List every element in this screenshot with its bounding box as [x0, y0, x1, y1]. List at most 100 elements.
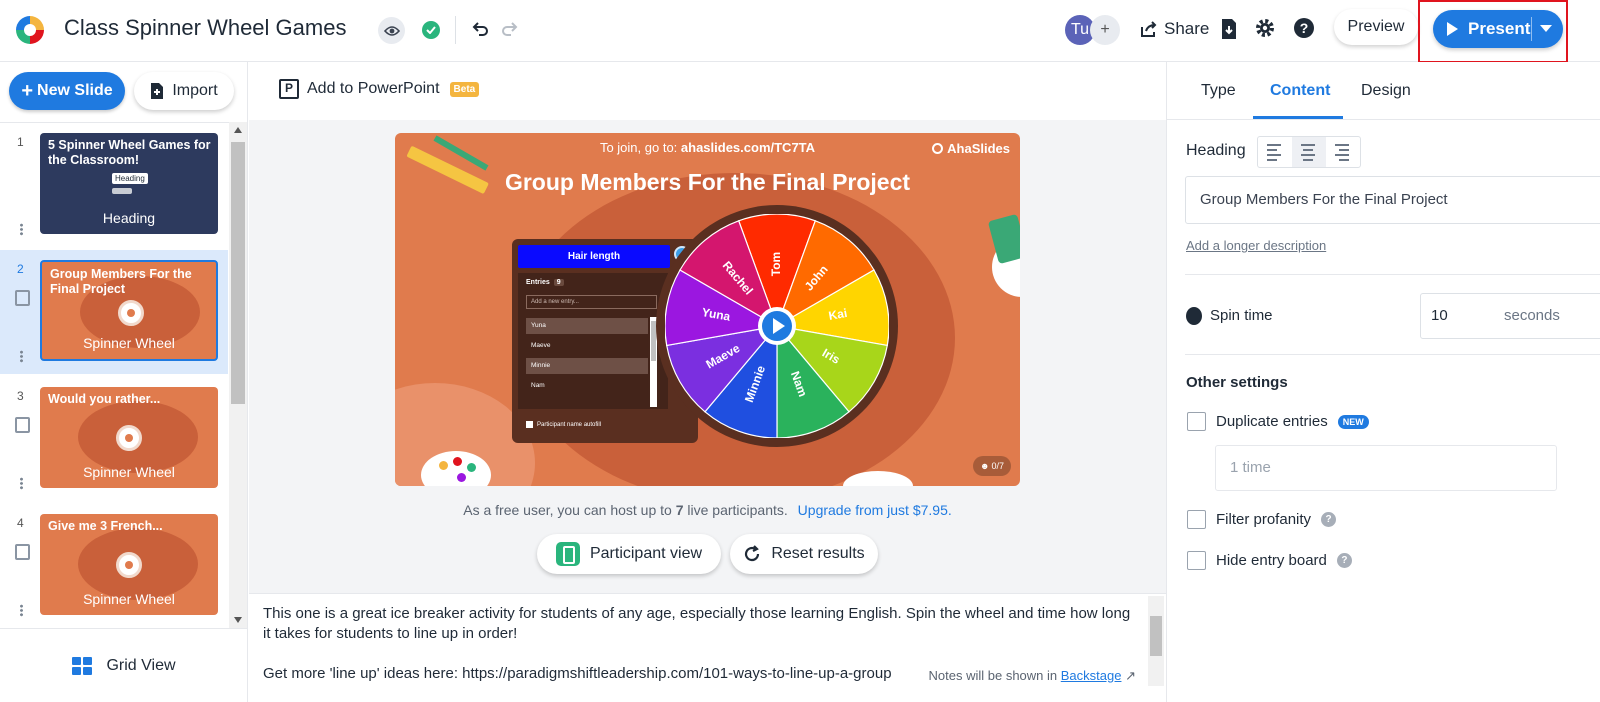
slide-thumbnail[interactable]: Give me 3 French... Spinner Wheel — [40, 514, 218, 615]
entries-panel: Entries 9 Add a new entry... Yuna Maeve M… — [518, 273, 668, 409]
scroll-down-icon[interactable] — [234, 617, 242, 623]
heading-bar — [112, 188, 132, 194]
presentation-title[interactable]: Class Spinner Wheel Games — [64, 15, 346, 41]
autofill-label: Participant name autofill — [537, 421, 602, 428]
spinner-wheel-icon — [118, 300, 144, 326]
slide-preview[interactable]: To join, go to: ahaslides.com/TC7TA AhaS… — [395, 133, 1020, 486]
join-prefix: To join, go to: — [599, 140, 678, 155]
backstage-link[interactable]: Backstage — [1061, 668, 1122, 683]
add-to-powerpoint-button[interactable]: Add to PowerPoint Beta — [279, 79, 480, 99]
help-icon[interactable]: ? — [1294, 18, 1314, 38]
slide-thumbnail[interactable]: 5 Spinner Wheel Games for the Classroom!… — [40, 133, 218, 234]
import-button[interactable]: Import — [134, 72, 234, 110]
help-icon[interactable]: ? — [1321, 512, 1337, 527]
stopwatch-icon — [1186, 307, 1202, 325]
tab-design[interactable]: Design — [1361, 82, 1411, 100]
align-center-icon[interactable] — [1292, 137, 1326, 167]
more-options-icon[interactable] — [20, 604, 23, 617]
filter-profanity-label: Filter profanity — [1216, 511, 1312, 528]
divider — [455, 16, 456, 44]
align-left-icon[interactable] — [1258, 137, 1292, 167]
join-instructions: To join, go to: ahaslides.com/TC7TA — [395, 140, 1020, 155]
spinner-wheel[interactable]: Tom John Kai Iris Nam Minnie Maeve Yuna Rachel — [656, 205, 898, 447]
slide-list-scrollbar[interactable] — [229, 122, 247, 628]
present-highlight: Present — [1418, 0, 1568, 63]
participant-view-button[interactable]: Participant view — [537, 534, 721, 574]
slide-item-2[interactable]: 2 Group Members For the Final Project Sp… — [0, 250, 228, 374]
upgrade-link[interactable]: Upgrade from just $7.95. — [798, 502, 952, 518]
new-slide-button[interactable]: + New Slide — [9, 72, 125, 110]
hide-entry-board-checkbox[interactable] — [1187, 551, 1206, 570]
duplicate-entries-option[interactable]: Duplicate entries NEW — [1187, 412, 1369, 431]
spinner-wheel-icon — [116, 552, 142, 578]
spin-time-unit: seconds — [1504, 307, 1560, 324]
notes-scrollbar[interactable] — [1148, 596, 1164, 686]
undo-icon[interactable] — [470, 19, 490, 39]
spinner-wheel-icon — [116, 425, 142, 451]
tab-type[interactable]: Type — [1201, 82, 1236, 100]
more-options-icon[interactable] — [20, 223, 23, 236]
free-note-number: 7 — [675, 502, 684, 518]
slide-item-3[interactable]: 3 Would you rather... Spinner Wheel — [0, 377, 228, 501]
entries-label: Entries — [526, 279, 550, 286]
slide-sidebar: + New Slide Import 1 5 Spinner Wheel Gam… — [0, 62, 248, 702]
scrollbar-thumb[interactable] — [231, 142, 245, 404]
notes-icon — [15, 290, 30, 306]
spin-time-label-row: Spin time — [1186, 306, 1273, 325]
notes-icon — [15, 417, 30, 433]
slide-number: 2 — [17, 262, 24, 276]
align-right-icon[interactable] — [1326, 137, 1360, 167]
top-bar: Class Spinner Wheel Games Tu + Share ? P… — [0, 0, 1600, 63]
filter-profanity-option[interactable]: Filter profanity ? — [1187, 510, 1337, 529]
hide-entry-board-option[interactable]: Hide entry board ? — [1187, 551, 1352, 570]
duplicate-times-input[interactable]: 1 time — [1215, 445, 1557, 491]
slide-thumbnail[interactable]: Would you rather... Spinner Wheel — [40, 387, 218, 488]
add-to-powerpoint-label: Add to PowerPoint — [307, 80, 440, 97]
import-label: Import — [172, 82, 218, 99]
chevron-down-icon[interactable] — [1540, 25, 1552, 32]
grid-icon — [72, 656, 93, 675]
slide-thumbnail-title: Group Members For the Final Project — [50, 267, 192, 296]
eye-icon[interactable] — [378, 17, 405, 44]
divider — [1185, 274, 1600, 275]
slide-item-1[interactable]: 1 5 Spinner Wheel Games for the Classroo… — [0, 123, 228, 247]
gear-icon[interactable] — [1255, 18, 1275, 38]
phone-icon — [555, 542, 580, 566]
present-label: Present — [1468, 19, 1531, 38]
list-item: Minnie — [526, 358, 648, 374]
new-entry-input[interactable]: Add a new entry... — [526, 295, 657, 309]
reset-results-button[interactable]: Reset results — [730, 534, 878, 574]
heading-input[interactable]: Group Members For the Final Project — [1185, 176, 1600, 224]
more-options-icon[interactable] — [20, 350, 23, 363]
speaker-notes[interactable]: This one is a great ice breaker activity… — [249, 593, 1166, 702]
preview-button[interactable]: Preview — [1334, 9, 1418, 45]
canvas-toolbar: Add to PowerPoint Beta — [249, 62, 1166, 120]
ahaslides-logo-icon[interactable] — [14, 14, 46, 46]
slide-thumbnail[interactable]: Group Members For the Final Project Spin… — [40, 260, 218, 361]
slide-thumbnail-title: 5 Spinner Wheel Games for the Classroom! — [48, 138, 211, 167]
more-options-icon[interactable] — [20, 477, 23, 490]
duplicate-entries-checkbox[interactable] — [1187, 412, 1206, 431]
help-icon[interactable]: ? — [1336, 553, 1352, 568]
slide-list: 1 5 Spinner Wheel Games for the Classroo… — [0, 122, 230, 628]
export-file-icon[interactable] — [1220, 18, 1238, 40]
participant-count: 0/7 — [991, 461, 1004, 471]
heading-badge: Heading — [112, 173, 148, 184]
share-icon — [1141, 21, 1157, 37]
brand-name: AhaSlides — [947, 141, 1010, 156]
share-button[interactable]: Share — [1140, 16, 1209, 42]
grid-view-button[interactable]: Grid View — [0, 628, 248, 702]
tab-content[interactable]: Content — [1270, 82, 1330, 100]
slide-number: 1 — [17, 135, 24, 149]
notes-hint: Notes will be shown in Backstage ↗ — [924, 668, 1136, 684]
add-collaborator-button[interactable]: + — [1090, 15, 1120, 45]
filter-profanity-checkbox[interactable] — [1187, 510, 1206, 529]
redo-icon[interactable] — [500, 19, 520, 39]
reset-icon — [745, 545, 760, 562]
slide-item-4[interactable]: 4 Give me 3 French... Spinner Wheel — [0, 504, 228, 628]
scroll-up-icon[interactable] — [234, 127, 242, 133]
add-description-link[interactable]: Add a longer description — [1186, 238, 1326, 253]
present-button[interactable]: Present — [1433, 10, 1563, 48]
slide-number: 3 — [17, 389, 24, 403]
list-item: Nam — [531, 382, 545, 389]
